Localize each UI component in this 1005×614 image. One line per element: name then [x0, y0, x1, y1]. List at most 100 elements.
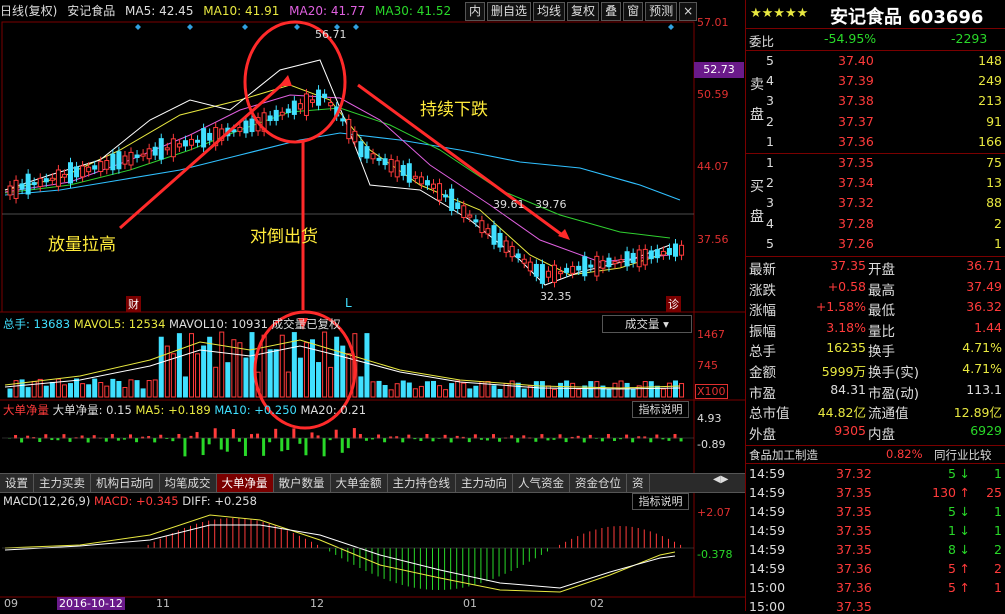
macd-axis-2: -0.378: [697, 548, 733, 561]
candle-body: [285, 108, 291, 114]
volume-indicator-select[interactable]: 成交量 ▾: [602, 315, 692, 333]
bignet-bar: [431, 438, 435, 442]
volume-bar: [285, 371, 291, 398]
tab-main-position[interactable]: 主力持仓线: [388, 474, 456, 492]
up-arrow-icon: ↑: [959, 485, 970, 500]
level-number: 1: [766, 155, 774, 170]
tick-count: 1: [994, 523, 1002, 538]
sell-level-5[interactable]: 5 37.40 148: [746, 52, 1005, 72]
industry-compare-button[interactable]: 同行业比较: [934, 447, 992, 463]
tab-retail[interactable]: 散户数量: [274, 474, 331, 492]
candle-body: [437, 183, 443, 201]
tab-popularity[interactable]: 人气资金: [513, 474, 570, 492]
candle-body: [642, 248, 648, 266]
bignet-bar: [679, 438, 683, 442]
volume-bar: [128, 379, 134, 398]
candle-body: [310, 99, 315, 103]
candle-body: [316, 89, 322, 106]
buy-level-2[interactable]: 2 37.34 13: [746, 174, 1005, 194]
sell-level-4[interactable]: 4 37.39 249: [746, 72, 1005, 92]
candle-body: [303, 93, 309, 116]
tab-big-amount[interactable]: 大单金额: [331, 474, 388, 492]
bignet-bar: [485, 438, 489, 441]
macd-help-button[interactable]: 指标说明: [632, 493, 689, 510]
high-price-label: 56.71: [315, 28, 347, 41]
sell-level-1[interactable]: 1 37.36 166: [746, 133, 1005, 153]
weicha-value: -2293: [951, 31, 988, 46]
tab-bignet[interactable]: 大单净量: [216, 474, 274, 492]
tab-scroll-arrows[interactable]: ◀▶: [713, 474, 728, 485]
bignet-help-button[interactable]: 指标说明: [632, 401, 689, 418]
tab-main-trend[interactable]: 主力动向: [456, 474, 513, 492]
macd-axis-1: +2.07: [697, 506, 731, 519]
candle-body: [509, 245, 515, 258]
bignet-ma20: MA20: 0.21: [300, 403, 367, 417]
bignet-bar: [280, 438, 284, 452]
candle-body: [618, 259, 624, 263]
tick-price: 37.35: [836, 504, 872, 519]
bignet-bar: [237, 438, 241, 442]
candle-body: [31, 182, 37, 186]
candle-body: [467, 214, 473, 218]
divider: [746, 50, 1005, 51]
candle-body: [19, 183, 25, 190]
bignet-axis-2: -0.89: [697, 438, 726, 451]
candle-body: [406, 163, 412, 183]
rating-stars: ★★★★★: [750, 6, 809, 21]
candle-body: [412, 175, 418, 179]
bignet-bar: [449, 438, 453, 443]
buy-level-5[interactable]: 5 37.26 1: [746, 235, 1005, 255]
level-volume: 13: [986, 175, 1002, 191]
tab-avg-trade[interactable]: 均笔成交: [160, 474, 217, 492]
bignet-axis-1: 4.93: [697, 412, 722, 425]
bignet-bar: [195, 432, 199, 439]
tick-count: 2: [994, 561, 1002, 576]
candle-body: [182, 140, 188, 147]
level-volume: 88: [986, 195, 1002, 211]
stat-label: 市盈: [749, 385, 776, 402]
bignet-bar: [262, 438, 266, 456]
volume-bar: [273, 349, 279, 398]
tab-institution[interactable]: 机构日动向: [91, 474, 160, 492]
tick-time: 14:59: [749, 523, 786, 538]
sell-level-3[interactable]: 3 37.38 213: [746, 92, 1005, 112]
kline-canvas[interactable]: [0, 0, 745, 611]
volume-bar: [564, 380, 570, 398]
candle-body: [37, 177, 43, 188]
down-arrow-icon: ↓: [959, 466, 970, 481]
level-price: 37.39: [838, 73, 874, 89]
candle-body: [68, 162, 73, 184]
volume-bar: [303, 342, 309, 398]
macd-bars: [147, 518, 682, 590]
candle-body: [558, 271, 564, 275]
candle-body: [92, 165, 98, 170]
volume-note: 成交量已复权: [271, 317, 341, 331]
volume-bar: [201, 345, 207, 398]
bignet-bar: [600, 438, 604, 442]
industry-name[interactable]: 食品加工制造: [749, 447, 818, 463]
sell-level-2[interactable]: 2 37.37 91: [746, 113, 1005, 133]
date-label-cursor: 2016-10-12: [57, 597, 125, 610]
finance-marker[interactable]: 财: [126, 296, 141, 312]
tab-more[interactable]: 资: [627, 474, 650, 492]
candle-body: [503, 240, 509, 253]
volume-bar: [630, 388, 636, 398]
buy-level-1[interactable]: 1 37.35 75: [746, 154, 1005, 174]
volume-header: 总手: 13683 MAVOL5: 12534 MAVOL10: 10931 成…: [3, 316, 341, 332]
stat-label: 涨幅: [749, 303, 776, 320]
bignet-bar: [231, 429, 235, 439]
tab-main-buysell[interactable]: 主力买卖: [34, 474, 91, 492]
buy-level-4[interactable]: 4 37.28 2: [746, 215, 1005, 235]
tick-count: 25: [986, 485, 1002, 500]
candle-body: [158, 138, 164, 160]
candle-body: [461, 205, 467, 219]
diagnose-marker[interactable]: 诊: [666, 296, 681, 312]
candle-body: [588, 264, 594, 268]
price-axis-current: 52.73: [694, 62, 744, 78]
volume-bar: [249, 332, 255, 398]
buy-level-3[interactable]: 3 37.32 88: [746, 194, 1005, 214]
tab-fund-position[interactable]: 资金仓位: [570, 474, 627, 492]
level-volume: 249: [978, 73, 1002, 89]
stat-value: 16235: [826, 340, 866, 356]
tab-settings[interactable]: 设置: [0, 474, 34, 492]
